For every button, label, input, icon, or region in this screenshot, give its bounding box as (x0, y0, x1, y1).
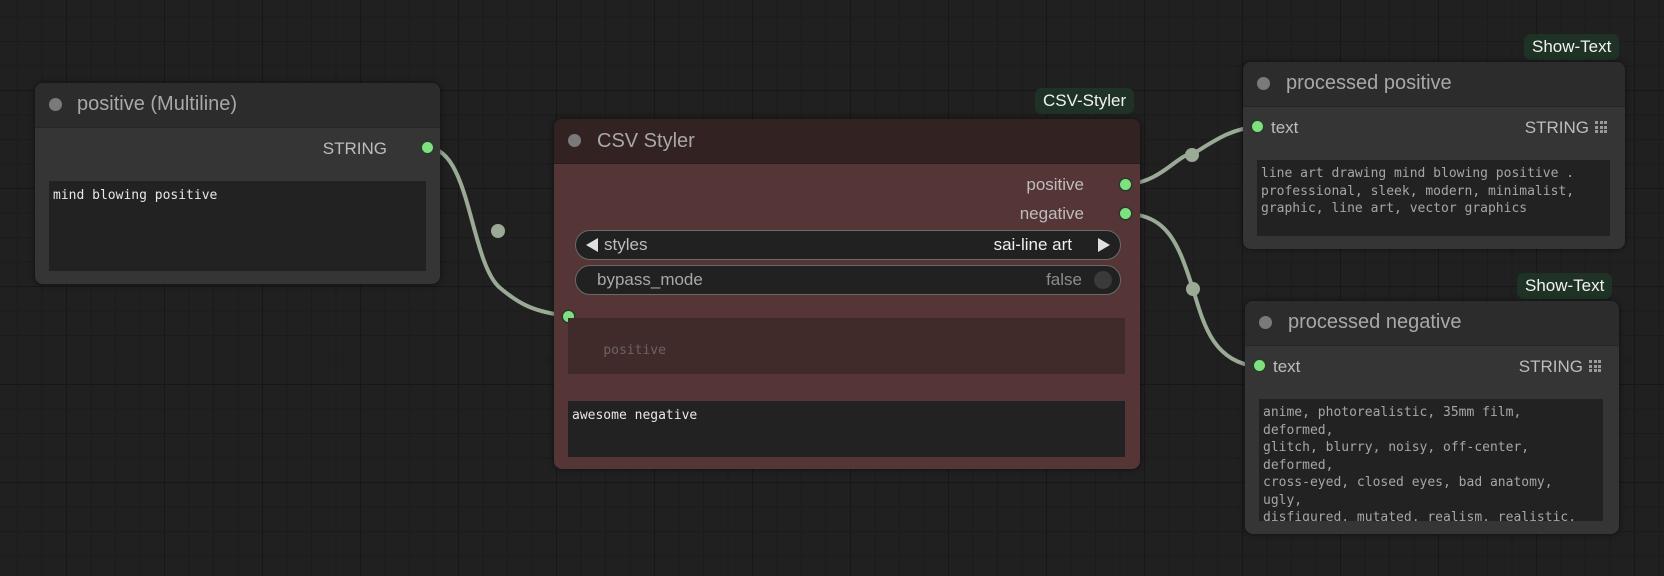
node-title-bar[interactable]: processed negative (1245, 301, 1619, 346)
link-positive-to-processed (1124, 125, 1259, 186)
node-title: positive (Multiline) (77, 93, 238, 115)
node-badge: Show-Text (1517, 273, 1613, 299)
collapse-dot-icon[interactable] (1259, 316, 1272, 329)
collapse-dot-icon[interactable] (1257, 77, 1270, 90)
node-badge: Show-Text (1524, 34, 1620, 60)
node-title-bar[interactable]: positive (Multiline) (35, 83, 440, 128)
node-title-bar[interactable]: processed positive (1243, 62, 1625, 107)
csv-styler-node[interactable]: CSV Styler positive negative styles sai-… (554, 119, 1140, 469)
toggle-knob-icon[interactable] (1094, 271, 1112, 289)
processed-negative-node[interactable]: processed negative text STRING anime, ph… (1245, 301, 1619, 534)
node-title: processed positive (1286, 72, 1452, 94)
processed-positive-node[interactable]: processed positive text STRING line art … (1243, 62, 1625, 249)
link-negative-to-processed (1124, 212, 1261, 369)
node-title: processed negative (1288, 311, 1462, 333)
input-slot-text[interactable] (1254, 360, 1265, 371)
output-text-display: anime, photorealistic, 35mm film, deform… (1259, 399, 1603, 521)
positive-input[interactable]: positive (568, 318, 1125, 374)
link-midpoint (1186, 282, 1200, 296)
bypass-mode-value: false (1046, 270, 1082, 289)
positive-multiline-node[interactable]: positive (Multiline) STRING mind blowing… (35, 83, 440, 284)
arrow-right-icon[interactable] (1097, 238, 1111, 252)
positive-placeholder: positive (603, 342, 666, 358)
input-label-text: text (1273, 357, 1301, 376)
arrow-left-icon[interactable] (585, 238, 599, 252)
output-label-negative: negative (1019, 204, 1084, 223)
styles-value: sai-line art (993, 235, 1072, 254)
node-title-bar[interactable]: CSV Styler (554, 119, 1140, 164)
node-badge: CSV-Styler (1035, 88, 1135, 114)
collapse-dot-icon[interactable] (568, 134, 581, 147)
link-midpoint (491, 224, 505, 238)
negative-input[interactable]: awesome negative (568, 401, 1125, 457)
output-label-string: STRING (1524, 118, 1589, 137)
bypass-mode-toggle[interactable]: bypass_mode false (575, 265, 1121, 295)
bypass-mode-label: bypass_mode (597, 270, 703, 289)
node-title: CSV Styler (597, 130, 695, 152)
styles-label: styles (604, 235, 648, 254)
output-label-string: STRING (322, 139, 387, 158)
styles-combo-widget[interactable]: styles sai-line art (575, 230, 1121, 260)
input-label-text: text (1271, 118, 1299, 137)
collapse-dot-icon[interactable] (49, 98, 62, 111)
output-label-positive: positive (1026, 175, 1084, 194)
output-slot-negative[interactable] (1120, 208, 1131, 219)
output-label-string: STRING (1518, 357, 1583, 376)
output-text-display: line art drawing mind blowing positive .… (1257, 160, 1610, 236)
grid-icon[interactable] (1595, 121, 1607, 133)
text-input[interactable]: mind blowing positive (49, 181, 426, 271)
grid-icon[interactable] (1589, 360, 1601, 372)
output-slot-string[interactable] (422, 142, 433, 153)
link-midpoint (1185, 148, 1199, 162)
output-slot-positive[interactable] (1120, 179, 1131, 190)
input-slot-text[interactable] (1252, 121, 1263, 132)
link-string-to-positive (426, 146, 570, 318)
